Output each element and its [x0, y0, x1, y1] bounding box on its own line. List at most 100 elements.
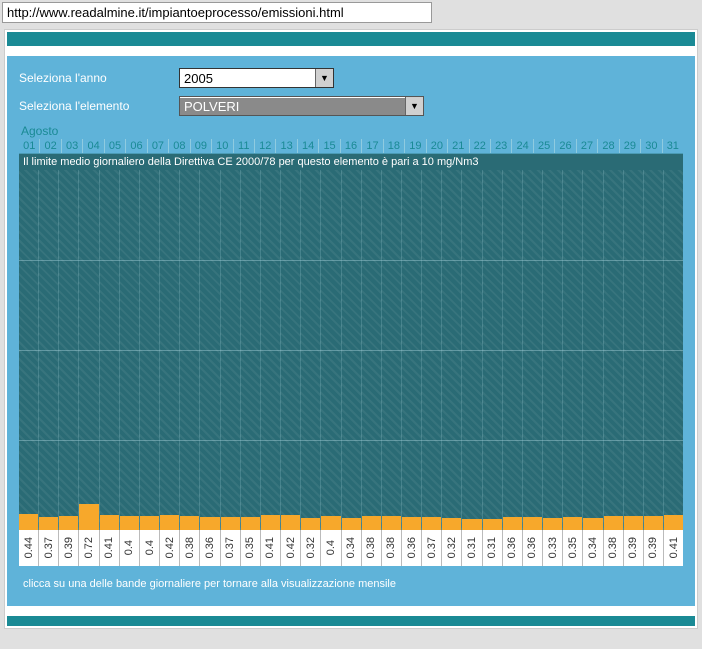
day-header[interactable]: 15 [319, 139, 340, 153]
day-header[interactable]: 06 [126, 139, 147, 153]
value-cell: 0.35 [563, 530, 583, 566]
chart-column[interactable] [462, 170, 482, 530]
day-header[interactable]: 10 [212, 139, 233, 153]
day-header[interactable]: 14 [298, 139, 319, 153]
day-header[interactable]: 30 [641, 139, 662, 153]
chart-column[interactable] [402, 170, 422, 530]
chart-column[interactable] [79, 170, 99, 530]
day-header[interactable]: 23 [491, 139, 512, 153]
chart-column[interactable] [241, 170, 261, 530]
day-header[interactable]: 25 [534, 139, 555, 153]
day-header[interactable]: 09 [191, 139, 212, 153]
chart-column[interactable] [19, 170, 39, 530]
chart-column[interactable] [604, 170, 624, 530]
chart-bar [483, 519, 502, 530]
chart-column[interactable] [664, 170, 683, 530]
chart-column[interactable] [221, 170, 241, 530]
value-label: 0.31 [486, 537, 498, 558]
chart-column[interactable] [180, 170, 200, 530]
chart-column[interactable] [160, 170, 180, 530]
chart-bar [664, 515, 683, 530]
value-cell: 0.36 [503, 530, 523, 566]
day-header[interactable]: 01 [19, 139, 40, 153]
value-label: 0.34 [587, 537, 599, 558]
chart-column[interactable] [422, 170, 442, 530]
chart-bar [543, 518, 562, 530]
chart-bar [39, 517, 58, 530]
day-header[interactable]: 28 [598, 139, 619, 153]
chart-column[interactable] [281, 170, 301, 530]
url-input[interactable] [2, 2, 432, 23]
day-header[interactable]: 18 [384, 139, 405, 153]
value-label: 0.31 [466, 537, 478, 558]
chart-column[interactable] [100, 170, 120, 530]
chart-column[interactable] [120, 170, 140, 530]
chart-column[interactable] [362, 170, 382, 530]
value-label: 0.37 [224, 537, 236, 558]
day-header[interactable]: 11 [234, 139, 255, 153]
element-select[interactable]: POLVERI ▼ [179, 96, 424, 116]
value-label: 0.41 [264, 537, 276, 558]
day-header[interactable]: 12 [255, 139, 276, 153]
chart-column[interactable] [442, 170, 462, 530]
year-row: Seleziona l'anno 2005 ▼ [19, 68, 683, 88]
chart-column[interactable] [523, 170, 543, 530]
value-label: 0.41 [668, 537, 680, 558]
day-header[interactable]: 16 [341, 139, 362, 153]
day-header[interactable]: 08 [169, 139, 190, 153]
value-cell: 0.42 [281, 530, 301, 566]
chart-column[interactable] [39, 170, 59, 530]
value-label: 0.39 [627, 537, 639, 558]
value-cell: 0.34 [342, 530, 362, 566]
chart-column[interactable] [200, 170, 220, 530]
value-cell: 0.41 [100, 530, 120, 566]
day-header[interactable]: 24 [512, 139, 533, 153]
chart-bar [422, 517, 441, 530]
chart-column[interactable] [644, 170, 664, 530]
day-header[interactable]: 02 [40, 139, 61, 153]
chart-column[interactable] [563, 170, 583, 530]
value-cell: 0.35 [241, 530, 261, 566]
chart-bar [462, 519, 481, 530]
main-panel: Seleziona l'anno 2005 ▼ Seleziona l'elem… [7, 56, 695, 606]
day-header[interactable]: 05 [105, 139, 126, 153]
chart-column[interactable] [583, 170, 603, 530]
day-header[interactable]: 26 [555, 139, 576, 153]
day-header[interactable]: 21 [448, 139, 469, 153]
day-header[interactable]: 04 [83, 139, 104, 153]
chart-column[interactable] [382, 170, 402, 530]
chart-column[interactable] [503, 170, 523, 530]
chart-bar [321, 516, 340, 530]
value-cell: 0.72 [79, 530, 99, 566]
chart-bar [180, 516, 199, 530]
chart-bar [59, 516, 78, 530]
chart-column[interactable] [140, 170, 160, 530]
day-header[interactable]: 03 [62, 139, 83, 153]
chart-column[interactable] [624, 170, 644, 530]
day-header[interactable]: 07 [148, 139, 169, 153]
day-header[interactable]: 20 [427, 139, 448, 153]
chart-column[interactable] [342, 170, 362, 530]
chart-column[interactable] [483, 170, 503, 530]
value-cell: 0.39 [644, 530, 664, 566]
value-cell: 0.36 [200, 530, 220, 566]
element-row: Seleziona l'elemento POLVERI ▼ [19, 96, 683, 116]
day-header[interactable]: 17 [362, 139, 383, 153]
chart-column[interactable] [59, 170, 79, 530]
year-select[interactable]: 2005 ▼ [179, 68, 334, 88]
value-cell: 0.41 [664, 530, 683, 566]
chart-column[interactable] [261, 170, 281, 530]
day-header[interactable]: 31 [663, 139, 683, 153]
chart-bar [100, 515, 119, 530]
chart-area [19, 170, 683, 530]
day-header[interactable]: 19 [405, 139, 426, 153]
chart-column[interactable] [321, 170, 341, 530]
chart-column[interactable] [543, 170, 563, 530]
chart-column[interactable] [301, 170, 321, 530]
day-header[interactable]: 27 [577, 139, 598, 153]
chart-bar [362, 516, 381, 530]
day-header[interactable]: 29 [620, 139, 641, 153]
day-header[interactable]: 13 [276, 139, 297, 153]
day-header[interactable]: 22 [470, 139, 491, 153]
value-label: 0.36 [526, 537, 538, 558]
